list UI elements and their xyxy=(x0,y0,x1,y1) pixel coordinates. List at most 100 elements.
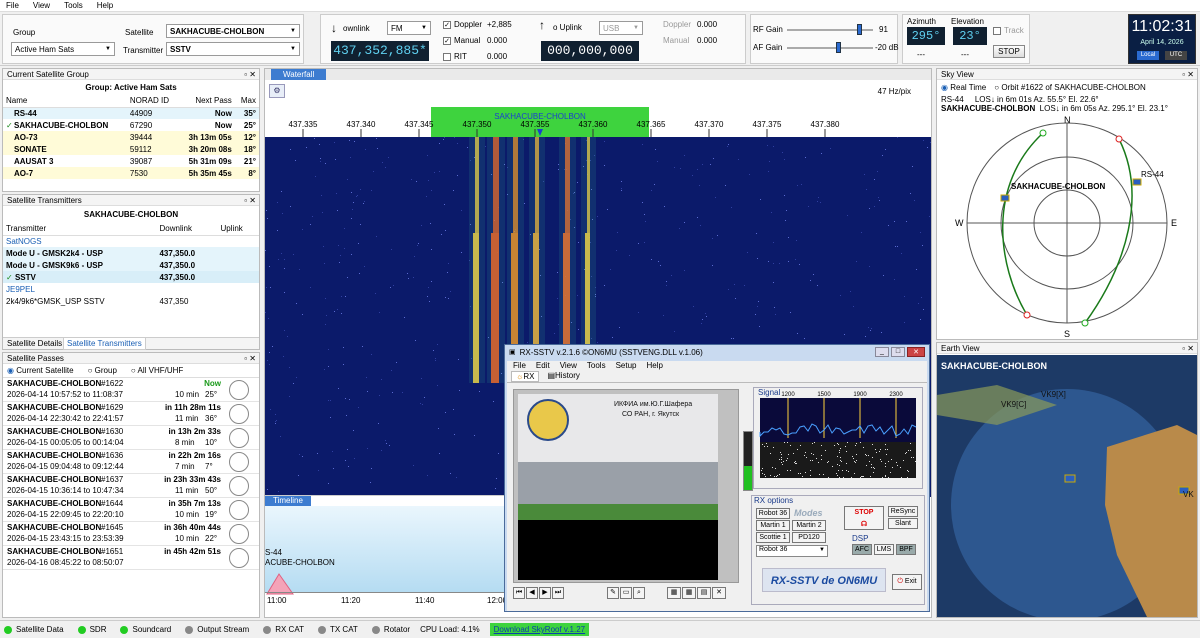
downlink-frequency[interactable]: 437,352,885* xyxy=(331,41,429,61)
menu-help[interactable]: Help xyxy=(97,1,113,10)
pass-row[interactable]: SAKHACUBE-CHOLBON #1651 in 45h 42m 51s 2026… xyxy=(3,546,259,570)
af-gain-slider[interactable] xyxy=(787,42,873,53)
rx-stop-button[interactable]: STOP ☊ xyxy=(844,506,884,530)
satellite-rs44-icon[interactable] xyxy=(1132,178,1142,186)
lms-toggle[interactable]: LMS xyxy=(874,544,894,555)
satellite-row[interactable]: AO-73 39444 3h 13m 05s 12° xyxy=(3,131,259,143)
bpf-toggle[interactable]: BPF xyxy=(896,544,916,555)
doppler-checkbox[interactable]: ✓ Doppler xyxy=(443,20,482,29)
slant-button[interactable]: Slant xyxy=(888,518,918,529)
satellite-sakhacube-icon[interactable] xyxy=(1000,194,1010,202)
mode-martin2-button[interactable]: Martin 2 xyxy=(792,520,826,531)
tab-waterfall[interactable]: Waterfall xyxy=(271,69,327,80)
radio-current-satellite[interactable]: ◉ Current Satellite xyxy=(7,366,74,375)
col-norad[interactable]: NORAD ID xyxy=(127,95,179,107)
mode-select[interactable]: Robot 36 ▼ xyxy=(756,545,828,557)
waterfall-settings-icon[interactable]: ⚙ xyxy=(269,84,285,98)
minimize-icon[interactable]: _ xyxy=(875,347,889,357)
panel-window-buttons-icon[interactable]: ▫ ✕ xyxy=(1182,343,1194,354)
mode-robot36-button[interactable]: Robot 36 xyxy=(756,508,790,519)
rit-checkbox[interactable]: RIT xyxy=(443,52,467,61)
afc-toggle[interactable]: AFC xyxy=(852,544,872,555)
mode-pd120-button[interactable]: PD120 xyxy=(792,532,826,543)
rx-menu-help[interactable]: Help xyxy=(646,361,662,371)
download-link[interactable]: Download SkyRoof v.1.27 xyxy=(489,623,590,636)
menu-tools[interactable]: Tools xyxy=(64,1,83,10)
zoom-icon[interactable]: ⌕ xyxy=(633,587,645,599)
downlink-mode-combo[interactable]: FM ▼ xyxy=(387,21,431,35)
transmitter-row[interactable]: 2k4/9k6*GMSK_USP SSTV 437,350 xyxy=(3,295,259,307)
rf-gain-slider[interactable] xyxy=(787,24,873,35)
tab-satellite-transmitters[interactable]: Satellite Transmitters xyxy=(63,338,146,350)
rx-menu-setup[interactable]: Setup xyxy=(616,361,637,371)
panel-window-buttons-icon[interactable]: ▫ ✕ xyxy=(244,195,256,206)
pass-row[interactable]: SAKHACUBE-CHOLBON #1630 in 13h 2m 33s 2026-… xyxy=(3,426,259,450)
col-transmitter[interactable]: Transmitter xyxy=(3,223,156,235)
radio-all-vhf-uhf[interactable]: ○ All VHF/UHF xyxy=(131,366,183,375)
uplink-frequency[interactable]: 000,000,000 xyxy=(541,41,639,61)
rotator-stop-button[interactable]: STOP xyxy=(993,45,1025,58)
col-name[interactable]: Name xyxy=(3,95,127,107)
group-combo[interactable]: Active Ham Sats ▼ xyxy=(11,42,115,56)
sstv-received-image[interactable]: ИКФИА им.Ю.Г.Шафера СО РАН, г. Якутск xyxy=(518,394,718,580)
radio-real-time[interactable]: ◉ Real Time xyxy=(941,83,986,92)
transmitter-row[interactable]: Mode U - GMSK9k6 - USP 437,350.0 xyxy=(3,259,259,271)
uplink-mode-combo[interactable]: USB ▼ xyxy=(599,21,643,35)
exit-button[interactable]: ⏻ Exit xyxy=(892,574,922,590)
menu-view[interactable]: View xyxy=(33,1,50,10)
panel-window-buttons-icon[interactable]: ▫ ✕ xyxy=(244,353,256,364)
satellite-row[interactable]: AAUSAT 3 39087 5h 31m 09s 21° xyxy=(3,155,259,167)
col-uplink[interactable]: Uplink xyxy=(218,223,259,235)
af-gain-thumb[interactable] xyxy=(835,42,841,53)
rit-value[interactable]: 0.000 xyxy=(487,52,507,61)
pass-row[interactable]: SAKHACUBE-CHOLBON #1637 in 23h 33m 43s 2026… xyxy=(3,474,259,498)
manual-checkbox[interactable]: ✓ Manual xyxy=(443,36,480,45)
last-icon[interactable]: ⏭ xyxy=(552,587,564,599)
col-max[interactable]: Max xyxy=(235,95,259,107)
col-downlink[interactable]: Downlink xyxy=(156,223,217,235)
tab-history[interactable]: ▤History xyxy=(543,371,583,382)
satellite-row[interactable]: SONATE 59112 3h 20m 08s 18° xyxy=(3,143,259,155)
transmitter-combo[interactable]: SSTV ▼ xyxy=(166,42,300,56)
first-icon[interactable]: ⏮ xyxy=(513,587,525,599)
resync-button[interactable]: ReSync xyxy=(888,506,918,517)
print-icon[interactable]: ▤ xyxy=(697,587,711,599)
transmitter-row[interactable]: Mode U - GMSK2k4 - USP 437,350.0 xyxy=(3,247,259,259)
pass-row[interactable]: SAKHACUBE-CHOLBON #1645 in 36h 40m 44s 2026… xyxy=(3,522,259,546)
menu-file[interactable]: File xyxy=(6,1,19,10)
manual-value[interactable]: 0.000 xyxy=(487,36,507,45)
track-checkbox[interactable]: Track xyxy=(993,26,1024,35)
clock-local-toggle[interactable]: Local xyxy=(1137,51,1159,60)
satellite-row[interactable]: RS-44 44909 Now 35° xyxy=(3,107,259,119)
tab-rx[interactable]: ☼RX xyxy=(511,371,540,382)
satellite-row[interactable]: ✓SAKHACUBE-CHOLBON 67290 Now 25° xyxy=(3,119,259,131)
satellite-row[interactable]: AO-7 7530 5h 35m 45s 8° xyxy=(3,167,259,179)
satellite-combo[interactable]: SAKHACUBE-CHOLBON ▼ xyxy=(166,24,300,38)
rx-menu-file[interactable]: File xyxy=(513,361,526,371)
edit-icon[interactable]: ✎ xyxy=(607,587,619,599)
sky-polar-plot[interactable]: N S E W SAKHACUBE-CHOLBON RS-44 xyxy=(947,115,1187,337)
maximize-icon[interactable]: □ xyxy=(891,347,905,357)
close-icon[interactable]: ✕ xyxy=(907,347,925,357)
uplink-manual-value[interactable]: 0.000 xyxy=(697,36,717,45)
tab-satellite-details[interactable]: Satellite Details xyxy=(7,339,62,348)
next-icon[interactable]: ▶ xyxy=(539,587,551,599)
rx-menu-view[interactable]: View xyxy=(560,361,577,371)
pass-row[interactable]: SAKHACUBE-CHOLBON #1629 in 11h 28m 11s 2026… xyxy=(3,402,259,426)
radio-group[interactable]: ○ Group xyxy=(88,366,117,375)
satellite-sakhacube-icon[interactable] xyxy=(1064,474,1076,483)
rf-gain-thumb[interactable] xyxy=(857,24,863,35)
mode-martin1-button[interactable]: Martin 1 xyxy=(756,520,790,531)
open-icon[interactable]: ▭ xyxy=(620,587,632,599)
pass-row[interactable]: SAKHACUBE-CHOLBON #1622 Now 2026-04-14 10:5… xyxy=(3,378,259,402)
frequency-scale[interactable]: SAKHACUBE-CHOLBON437.335 437.340 437.345 43… xyxy=(265,107,931,137)
clock-utc-toggle[interactable]: UTC xyxy=(1165,51,1187,60)
panel-window-buttons-icon[interactable]: ▫ ✕ xyxy=(244,69,256,80)
prev-icon[interactable]: ◀ xyxy=(526,587,538,599)
col-next-pass[interactable]: Next Pass xyxy=(179,95,235,107)
rx-menu-tools[interactable]: Tools xyxy=(587,361,606,371)
pass-row[interactable]: SAKHACUBE-CHOLBON #1636 in 22h 2m 16s 2026-… xyxy=(3,450,259,474)
radio-orbit[interactable]: ○ Orbit #1622 of SAKHACUBE-CHOLBON xyxy=(994,83,1146,92)
transmitter-row[interactable]: ✓ SSTV 437,350.0 xyxy=(3,271,259,283)
save-icon[interactable]: ▦ xyxy=(667,587,681,599)
